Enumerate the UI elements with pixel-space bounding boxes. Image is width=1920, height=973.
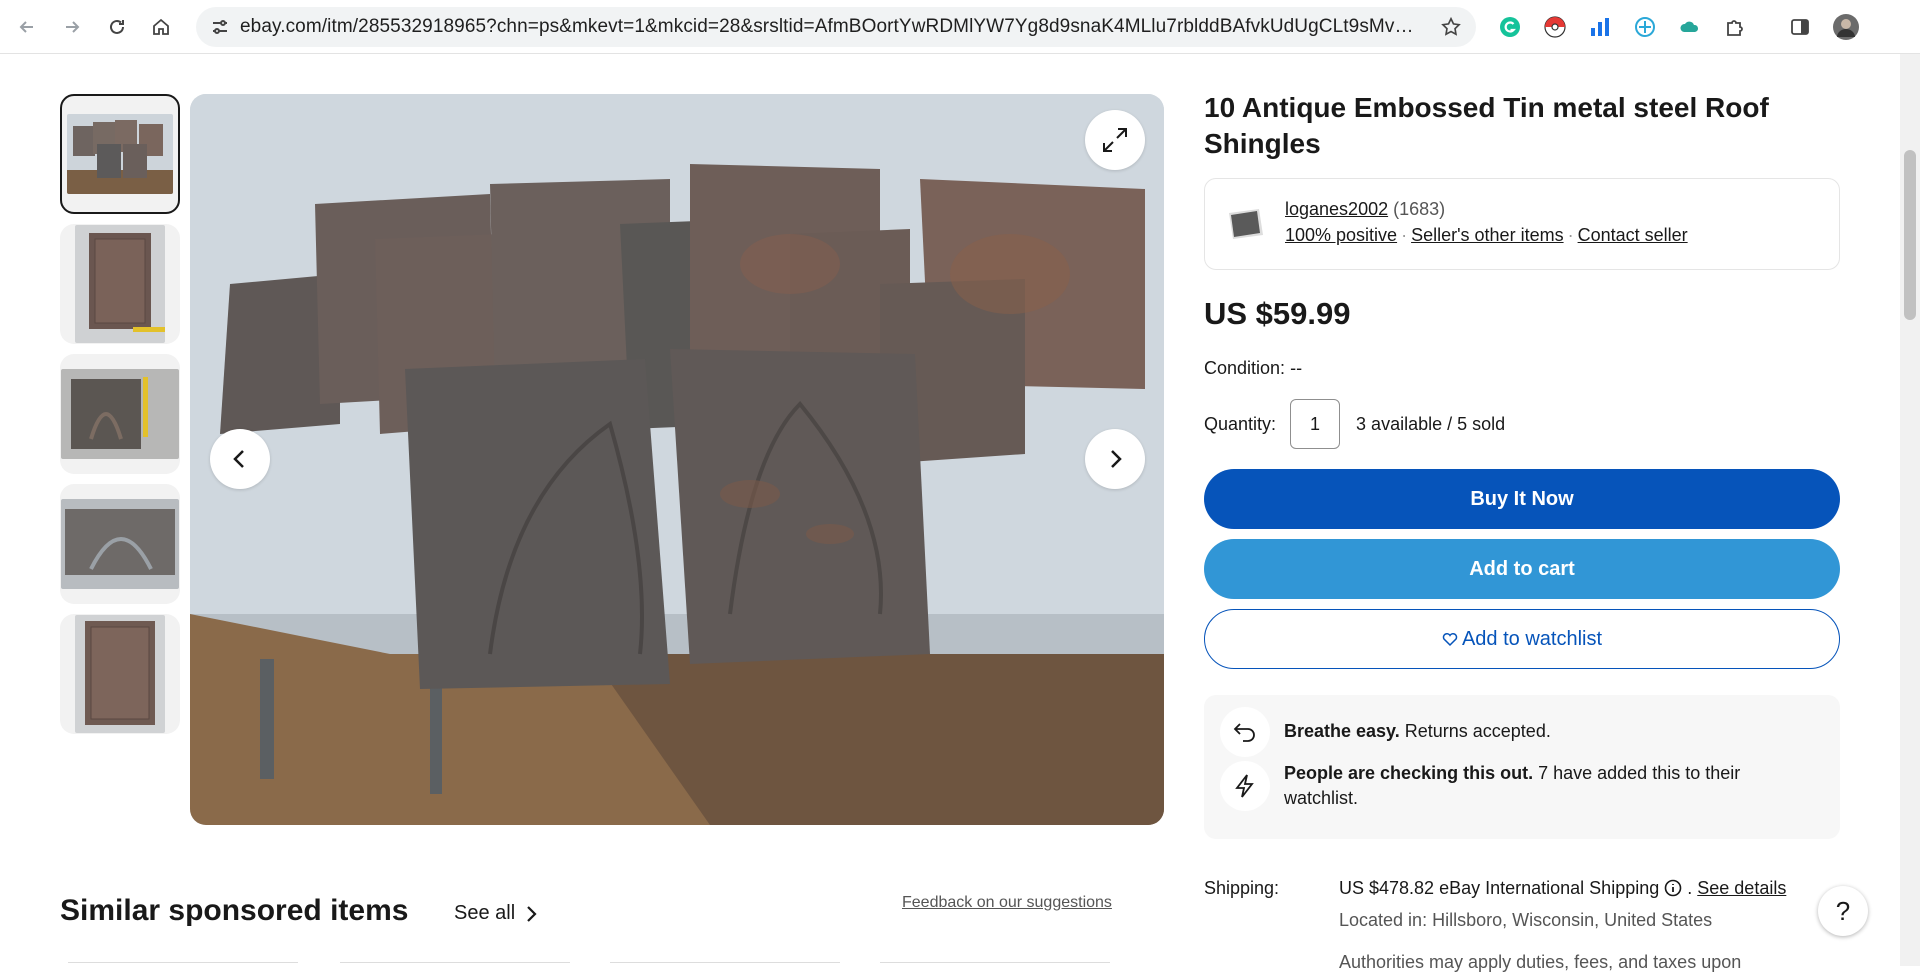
ai-icon[interactable] <box>1631 13 1659 41</box>
seller-feedback-count: (1683) <box>1393 199 1446 219</box>
similar-item-card[interactable] <box>610 962 840 966</box>
grammarly-icon[interactable] <box>1496 13 1524 41</box>
next-image-button[interactable] <box>1085 429 1145 489</box>
back-button[interactable] <box>10 10 44 44</box>
thumbnail-5[interactable] <box>60 614 180 734</box>
returns-bold: Breathe easy. <box>1284 721 1400 741</box>
help-button[interactable]: ? <box>1818 886 1868 936</box>
page-scrollbar[interactable] <box>1900 54 1920 966</box>
page-title: 10 Antique Embossed Tin metal steel Roof… <box>1204 92 1769 159</box>
returns-text: Returns accepted. <box>1404 721 1551 741</box>
highlights-box: Breathe easy. Returns accepted. People a… <box>1204 695 1840 839</box>
chevron-right-icon <box>527 905 537 922</box>
seller-card: loganes2002 (1683) 100% positive · Seller'… <box>1204 178 1840 270</box>
contact-seller-link[interactable]: Contact seller <box>1578 225 1688 245</box>
heart-icon <box>1442 632 1458 647</box>
chevron-left-icon <box>233 450 244 468</box>
arrow-right-icon <box>66 21 80 33</box>
similar-item-card[interactable] <box>340 962 570 966</box>
product-photo <box>190 94 1164 825</box>
see-all-link[interactable]: See all <box>454 902 541 925</box>
item-details: 10 Antique Embossed Tin metal steel Roof… <box>1204 90 1840 839</box>
add-to-watchlist-button[interactable]: Add to watchlist <box>1204 609 1840 669</box>
seller-positive-link[interactable]: 100% positive <box>1285 225 1397 245</box>
expand-icon <box>1103 128 1127 152</box>
thumbnail-1[interactable] <box>60 94 180 214</box>
sidebar-icon[interactable] <box>1786 13 1814 41</box>
lightning-icon <box>1220 761 1270 811</box>
url-text[interactable]: ebay.com/itm/285532918965?chn=ps&mkevt=1… <box>240 16 1420 38</box>
thumbnail-list <box>60 94 180 744</box>
chevron-right-icon <box>1111 450 1122 468</box>
prev-image-button[interactable] <box>210 429 270 489</box>
home-icon <box>153 18 169 35</box>
seller-avatar[interactable] <box>1225 203 1267 245</box>
interest-highlight: People are checking this out. 7 have add… <box>1220 761 1784 811</box>
reload-button[interactable] <box>100 10 134 44</box>
scrollbar-thumb[interactable] <box>1904 150 1916 320</box>
seller-links: 100% positive · Seller's other items · Conta… <box>1285 225 1688 245</box>
main-product-image[interactable] <box>190 94 1164 825</box>
similar-items-heading: Similar sponsored items <box>60 894 409 927</box>
returns-highlight: Breathe easy. Returns accepted. <box>1220 707 1784 757</box>
interest-bold: People are checking this out. <box>1284 763 1534 783</box>
condition-row: Condition: -- <box>1204 358 1840 379</box>
site-settings-icon[interactable] <box>200 7 240 47</box>
quantity-row: Quantity: 1 3 available / 5 sold <box>1204 399 1840 449</box>
shipping-label: Shipping: <box>1204 878 1280 898</box>
duties-note: Authorities may apply duties, fees, and … <box>1339 952 1742 972</box>
bar-chart-icon[interactable] <box>1586 13 1614 41</box>
condition-label: Condition: <box>1204 358 1286 378</box>
see-details-link[interactable]: See details <box>1697 878 1786 898</box>
return-arrow-icon <box>1220 707 1270 757</box>
quantity-input[interactable]: 1 <box>1290 399 1341 449</box>
reload-icon <box>110 19 124 34</box>
seller-name-link[interactable]: loganes2002 <box>1285 199 1388 219</box>
cloud-icon[interactable] <box>1676 13 1704 41</box>
quantity-label: Quantity: <box>1204 413 1277 434</box>
forward-button[interactable] <box>55 10 89 44</box>
fullscreen-button[interactable] <box>1085 110 1145 170</box>
address-bar[interactable]: ebay.com/itm/285532918965?chn=ps&mkevt=1… <box>196 7 1476 47</box>
seller-name-row: loganes2002 (1683) <box>1285 199 1445 220</box>
thumbnail-2[interactable] <box>60 224 180 344</box>
availability-text: 3 available / 5 sold <box>1356 413 1506 434</box>
buy-it-now-button[interactable]: Buy It Now <box>1204 469 1840 529</box>
shipping-price: US $478.82 eBay International Shipping <box>1339 878 1660 898</box>
item-price: US $59.99 <box>1204 296 1351 331</box>
condition-value: -- <box>1290 358 1303 378</box>
browser-toolbar: ebay.com/itm/285532918965?chn=ps&mkevt=1… <box>0 0 1920 54</box>
help-icon: ? <box>1835 895 1851 926</box>
watchlist-label: Add to watchlist <box>1461 627 1603 650</box>
item-location: Located in: Hillsboro, Wisconsin, United… <box>1339 910 1713 930</box>
thumbnail-4[interactable] <box>60 484 180 604</box>
seller-other-items-link[interactable]: Seller's other items <box>1411 225 1564 245</box>
thumbnail-3[interactable] <box>60 354 180 474</box>
see-all-label: See all <box>454 902 516 924</box>
avatar[interactable] <box>1832 13 1860 41</box>
home-button[interactable] <box>144 10 178 44</box>
add-to-cart-button[interactable]: Add to cart <box>1204 539 1840 599</box>
puzzle-icon[interactable] <box>1721 13 1749 41</box>
similar-item-card[interactable] <box>68 962 298 966</box>
bookmark-star-icon[interactable] <box>1440 16 1462 38</box>
similar-item-card[interactable] <box>880 962 1110 966</box>
shipping-value: US $478.82 eBay International Shipping .… <box>1339 878 1787 898</box>
arrow-left-icon <box>19 21 33 33</box>
pokeball-icon[interactable] <box>1541 13 1569 41</box>
feedback-suggestions-link[interactable]: Feedback on our suggestions <box>902 894 1112 912</box>
info-icon[interactable] <box>1664 879 1682 897</box>
